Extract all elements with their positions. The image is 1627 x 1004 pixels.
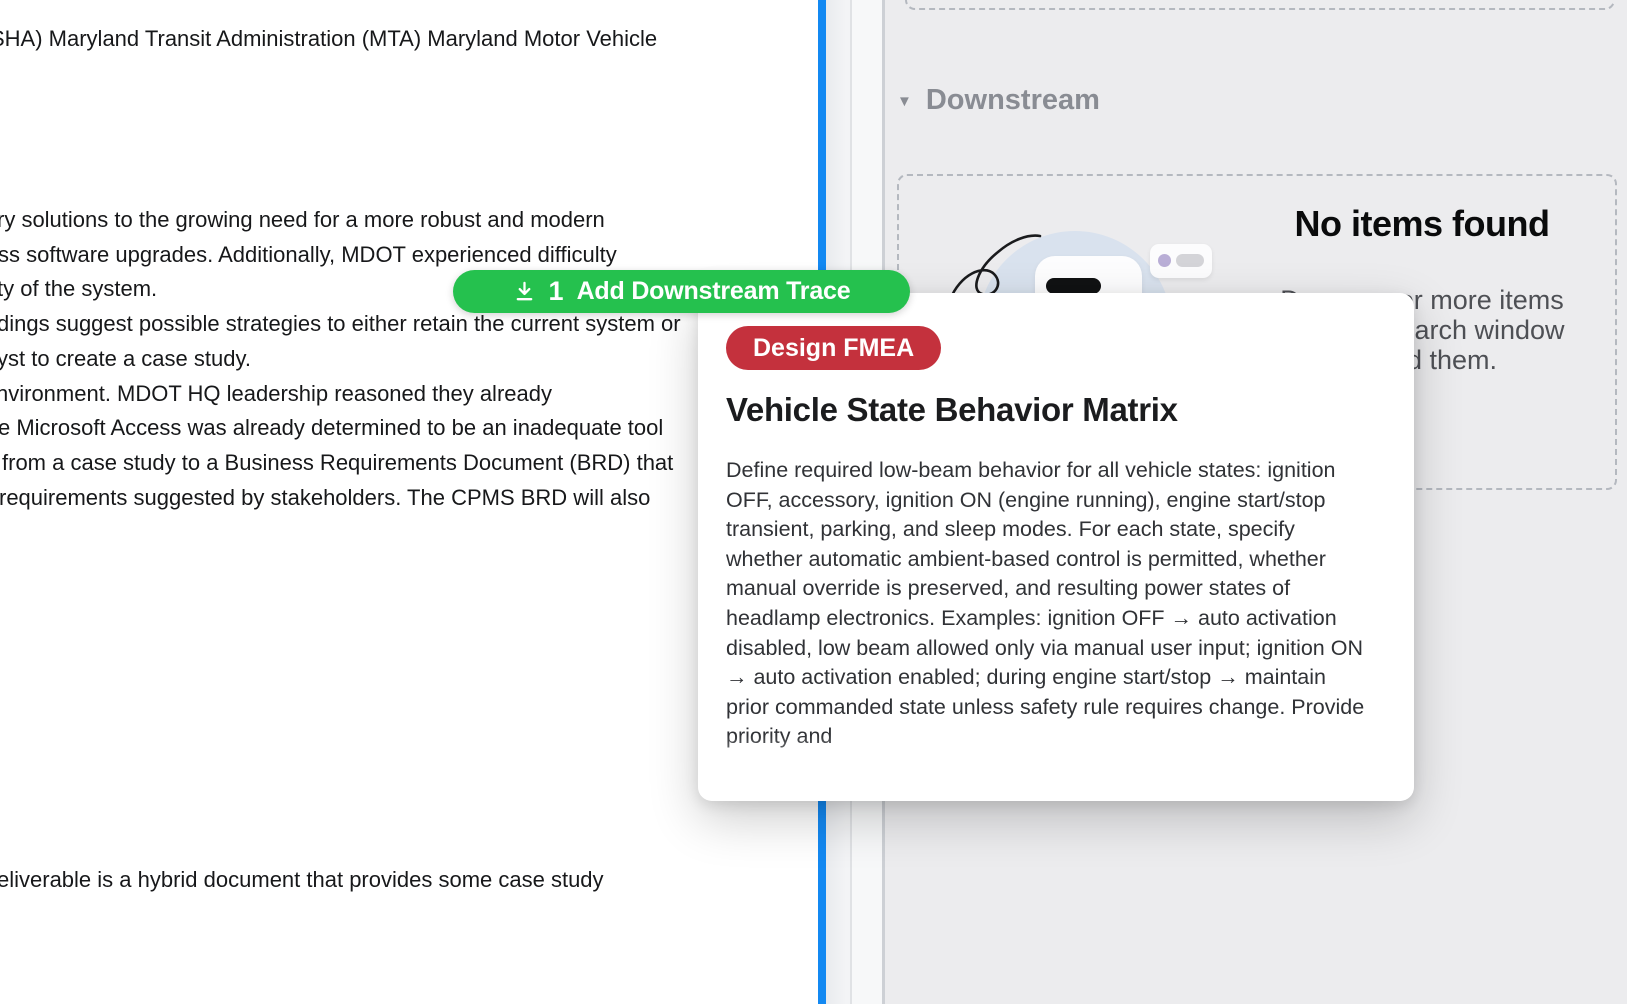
- add-downstream-trace-button[interactable]: 1 Add Downstream Trace: [453, 270, 910, 313]
- download-tray-icon: [516, 281, 532, 301]
- illustration-text-bar: [1046, 278, 1101, 294]
- trace-count: 1: [548, 276, 564, 306]
- illustration-mini-dot: [1158, 254, 1171, 267]
- downstream-section-title: Downstream: [925, 84, 1100, 116]
- illustration-mini-pill: [1176, 254, 1204, 267]
- document-text-line: e Microsoft Access was already determine…: [0, 415, 664, 441]
- document-text-line: requirements suggested by stakeholders. …: [0, 484, 651, 510]
- document-text-line: ry solutions to the growing need for a m…: [0, 207, 605, 232]
- document-text-line: yst to create a case study.: [0, 345, 251, 371]
- trace-item-title: Vehicle State Behavior Matrix: [726, 391, 1178, 428]
- trace-button-label: Add Downstream Trace: [576, 277, 851, 305]
- trace-item-description: Define required low-beam behavior for al…: [726, 458, 1365, 749]
- document-page: SHA) Maryland Transit Administration (MT…: [0, 0, 818, 1004]
- upstream-dropzone[interactable]: [905, 0, 1615, 10]
- document-text-line: ss software upgrades. Additionally, MDOT…: [0, 241, 617, 267]
- document-text-line: eliverable is a hybrid document that pro…: [0, 867, 604, 892]
- document-paragraph: ry solutions to the growing need for a m…: [0, 203, 681, 515]
- collapse-triangle-icon: ▼: [897, 93, 912, 110]
- document-text-line: nvironment. MDOT HQ leadership reasoned …: [0, 380, 552, 406]
- item-type-badge: Design FMEA: [726, 326, 942, 370]
- document-text-line: from a case study to a Business Requirem…: [2, 449, 674, 475]
- empty-state-title: No items found: [1294, 203, 1550, 244]
- trace-item-preview-card: Design FMEA Vehicle State Behavior Matri…: [698, 293, 1414, 801]
- downstream-section-header[interactable]: ▼ Downstream: [897, 84, 1100, 117]
- illustration-mini-item: [1150, 244, 1212, 278]
- document-text-line: SHA) Maryland Transit Administration (MT…: [0, 26, 658, 51]
